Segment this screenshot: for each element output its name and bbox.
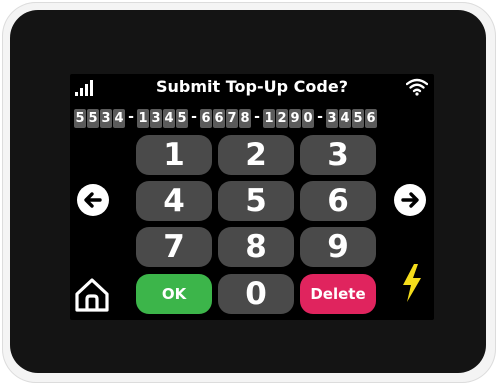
code-digit: 5	[87, 108, 99, 128]
code-digit: 5	[176, 108, 188, 128]
key-6[interactable]: 6	[300, 181, 376, 221]
wifi-icon	[406, 78, 428, 96]
code-digit: 7	[226, 108, 238, 128]
code-digit: 1	[137, 108, 149, 128]
code-digit: 6	[365, 108, 377, 128]
key-7[interactable]: 7	[136, 227, 212, 267]
lightning-bolt-icon	[403, 264, 421, 302]
delete-button[interactable]: Delete	[300, 274, 376, 314]
previous-button[interactable]	[77, 184, 109, 216]
arrow-left-icon	[84, 192, 102, 208]
code-digit: 3	[326, 108, 338, 128]
touch-screen: Submit Top-Up Code? 5534-1345-6678-1290-…	[70, 74, 434, 320]
code-digit: 3	[100, 108, 112, 128]
code-digit: 4	[113, 108, 125, 128]
code-digit: 4	[339, 108, 351, 128]
next-button[interactable]	[394, 184, 426, 216]
key-9[interactable]: 9	[300, 227, 376, 267]
arrow-right-icon	[401, 192, 419, 208]
code-separator: -	[128, 109, 134, 125]
code-digit: 1	[263, 108, 275, 128]
code-digit: 9	[289, 108, 301, 128]
key-2[interactable]: 2	[218, 135, 294, 175]
key-4[interactable]: 4	[136, 181, 212, 221]
screen-title: Submit Top-Up Code?	[156, 77, 348, 96]
code-digit: 0	[302, 108, 314, 128]
code-digit: 6	[213, 108, 225, 128]
key-1[interactable]: 1	[136, 135, 212, 175]
code-digit: 4	[163, 108, 175, 128]
code-digit: 5	[74, 108, 86, 128]
code-separator: -	[191, 109, 197, 125]
code-separator: -	[254, 109, 260, 125]
code-digit: 6	[200, 108, 212, 128]
payment-meter-device: Submit Top-Up Code? 5534-1345-6678-1290-…	[2, 2, 496, 383]
key-5[interactable]: 5	[218, 181, 294, 221]
code-separator: -	[317, 109, 323, 125]
key-0[interactable]: 0	[218, 274, 294, 314]
top-up-code-display: 5534-1345-6678-1290-3456	[74, 108, 378, 128]
code-digit: 5	[352, 108, 364, 128]
ok-button[interactable]: OK	[136, 274, 212, 314]
code-digit: 2	[276, 108, 288, 128]
code-digit: 3	[150, 108, 162, 128]
key-8[interactable]: 8	[218, 227, 294, 267]
key-3[interactable]: 3	[300, 135, 376, 175]
home-icon[interactable]	[74, 277, 110, 313]
code-digit: 8	[239, 108, 251, 128]
